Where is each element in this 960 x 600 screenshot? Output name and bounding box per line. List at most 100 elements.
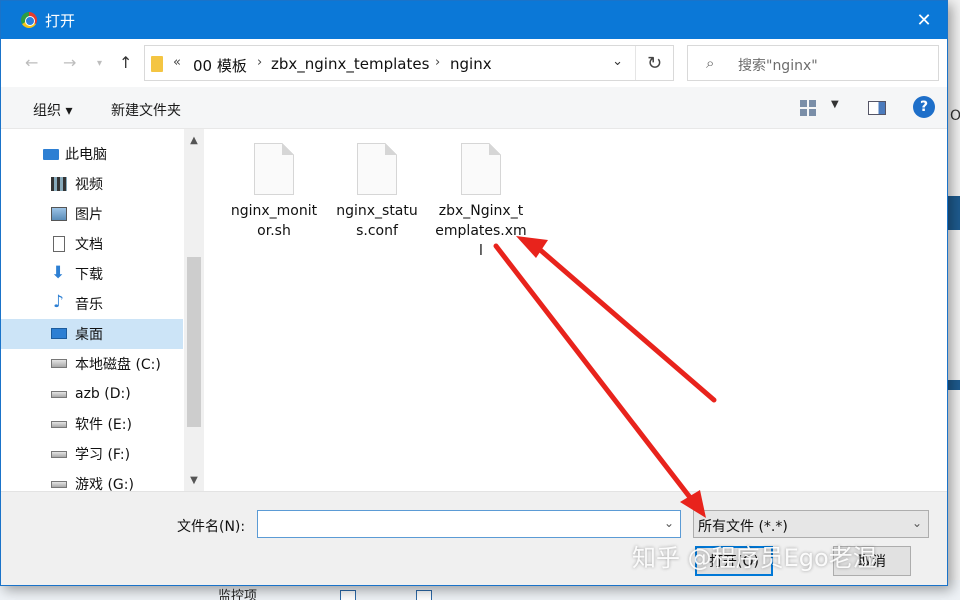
file-item[interactable]: nginx_monitor.sh (228, 129, 320, 241)
computer-icon (43, 149, 59, 160)
filename-input[interactable] (258, 511, 654, 537)
close-button[interactable]: ✕ (901, 1, 947, 39)
breadcrumb-separator[interactable]: › (435, 55, 440, 70)
scroll-up-button[interactable]: ▲ (184, 131, 204, 149)
background-checkbox[interactable] (340, 590, 356, 600)
nav-item-this-pc[interactable]: 此电脑 (1, 139, 183, 169)
help-icon[interactable]: ? (913, 96, 935, 118)
dialog-title: 打开 (45, 12, 76, 30)
video-icon (51, 177, 67, 191)
folder-icon (151, 56, 163, 72)
nav-item-label: 游戏 (G:) (75, 477, 134, 491)
nav-item-documents[interactable]: 文档 (1, 229, 183, 259)
up-button[interactable]: ↑ (119, 53, 132, 72)
nav-item-label: 此电脑 (65, 147, 107, 163)
background-text-fragment: O (950, 108, 960, 124)
nav-item-label: azb (D:) (75, 386, 131, 402)
chevron-down-icon: ⌄ (663, 516, 674, 530)
file-icon (461, 143, 501, 195)
nav-item-label: 音乐 (75, 297, 103, 313)
background-checkbox-label: 监控项 (218, 589, 258, 600)
breadcrumb-nginx[interactable]: nginx (450, 55, 492, 73)
breadcrumb-00-templates[interactable]: 00 模板 (193, 55, 247, 76)
nav-item-drive-g[interactable]: 游戏 (G:) (1, 469, 183, 491)
command-toolbar: 组织 ▾ 新建文件夹 ▼ ? (1, 87, 947, 129)
file-item[interactable]: zbx_Nginx_templates.xml (435, 129, 527, 261)
nav-item-videos[interactable]: 视频 (1, 169, 183, 199)
nav-item-music[interactable]: ♪ 音乐 (1, 289, 183, 319)
recent-locations-button[interactable]: ▾ (97, 58, 102, 69)
nav-item-downloads[interactable]: ⬇ 下载 (1, 259, 183, 289)
navigation-bar: ← → ▾ ↑ « 00 模板 › zbx_nginx_templates › … (1, 39, 947, 87)
nav-item-desktop[interactable]: 桌面 (1, 319, 183, 349)
file-type-select[interactable]: 所有文件 (*.*) ⌄ (693, 510, 929, 538)
file-icon (357, 143, 397, 195)
navigation-pane: 此电脑 视频 图片 文档 ⬇ 下载 ♪ 音乐 桌面 本地磁盘 (C:) azb … (1, 129, 205, 491)
file-list-area: nginx_monitor.sh nginx_status.conf zbx_N… (205, 129, 947, 491)
search-icon: ⌕ (706, 54, 715, 72)
arrow-right-icon: → (63, 53, 77, 72)
refresh-button[interactable]: ↻ (635, 46, 673, 80)
chrome-icon (21, 12, 37, 28)
address-overflow[interactable]: « (173, 55, 181, 70)
music-icon: ♪ (53, 292, 64, 312)
nav-item-label: 文档 (75, 237, 103, 253)
drive-icon (51, 391, 67, 398)
nav-item-drive-f[interactable]: 学习 (F:) (1, 439, 183, 469)
address-dropdown-button[interactable]: ⌄ (612, 54, 623, 69)
back-button[interactable]: ← (25, 53, 38, 72)
watermark-text: 知乎 @程序员Ego老湿 (632, 544, 877, 572)
organize-button[interactable]: 组织 ▾ (33, 100, 72, 120)
refresh-icon: ↻ (646, 52, 663, 74)
nav-item-drive-e[interactable]: 软件 (E:) (1, 409, 183, 439)
nav-item-label: 视频 (75, 177, 103, 193)
arrow-up-icon: ↑ (119, 53, 133, 72)
breadcrumb-zbx-nginx-templates[interactable]: zbx_nginx_templates (271, 55, 429, 73)
desktop-icon (51, 328, 67, 339)
drive-icon (51, 359, 67, 368)
file-item[interactable]: nginx_status.conf (331, 129, 423, 241)
search-placeholder: 搜索"nginx" (738, 58, 818, 74)
nav-item-label: 学习 (F:) (75, 447, 131, 463)
new-folder-button[interactable]: 新建文件夹 (111, 100, 181, 120)
filename-dropdown-button[interactable]: ⌄ (664, 516, 674, 530)
chevron-down-icon: ⌄ (612, 54, 623, 69)
file-name: nginx_status.conf (336, 203, 418, 239)
close-icon: ✕ (916, 9, 932, 31)
nav-item-pictures[interactable]: 图片 (1, 199, 183, 229)
view-options-dropdown[interactable]: ▼ (831, 99, 839, 110)
chevron-down-icon: ⌄ (911, 516, 922, 530)
search-box[interactable]: ⌕ 搜索"nginx" (687, 45, 939, 81)
drive-icon (51, 481, 67, 488)
filename-label: 文件名(N): (177, 519, 246, 535)
background-checkbox[interactable] (416, 590, 432, 600)
breadcrumb-separator[interactable]: › (257, 55, 262, 70)
scrollbar-thumb[interactable] (187, 257, 201, 427)
preview-pane-icon[interactable] (868, 101, 886, 115)
file-type-value: 所有文件 (*.*) (698, 519, 788, 535)
forward-button[interactable]: → (63, 53, 76, 72)
download-icon: ⬇ (51, 263, 66, 283)
view-options-icon[interactable] (800, 100, 816, 116)
nav-item-label: 图片 (75, 207, 103, 223)
chevron-down-icon: ▼ (190, 474, 198, 486)
chevron-down-icon: ▾ (97, 58, 103, 69)
file-name: nginx_monitor.sh (230, 203, 318, 239)
nav-item-drive-d[interactable]: azb (D:) (1, 379, 183, 409)
open-file-dialog: 打开 ✕ ← → ▾ ↑ « 00 模板 › zbx_nginx_templat… (0, 0, 948, 586)
arrow-left-icon: ← (25, 53, 39, 72)
scroll-down-button[interactable]: ▼ (184, 471, 204, 489)
pictures-icon (51, 207, 67, 221)
title-bar[interactable]: 打开 ✕ (1, 1, 947, 39)
file-name: zbx_Nginx_templates.xml (435, 203, 527, 259)
drive-icon (51, 451, 67, 458)
documents-icon (53, 236, 65, 252)
address-bar[interactable]: « 00 模板 › zbx_nginx_templates › nginx ⌄ … (144, 45, 674, 81)
nav-item-drive-c[interactable]: 本地磁盘 (C:) (1, 349, 183, 379)
nav-item-label: 桌面 (75, 327, 103, 343)
chevron-up-icon: ▲ (190, 134, 198, 146)
nav-scrollbar[interactable]: ▲ ▼ (184, 129, 204, 491)
nav-item-label: 下载 (75, 267, 103, 283)
drive-icon (51, 421, 67, 428)
filename-combobox[interactable]: ⌄ (257, 510, 681, 538)
